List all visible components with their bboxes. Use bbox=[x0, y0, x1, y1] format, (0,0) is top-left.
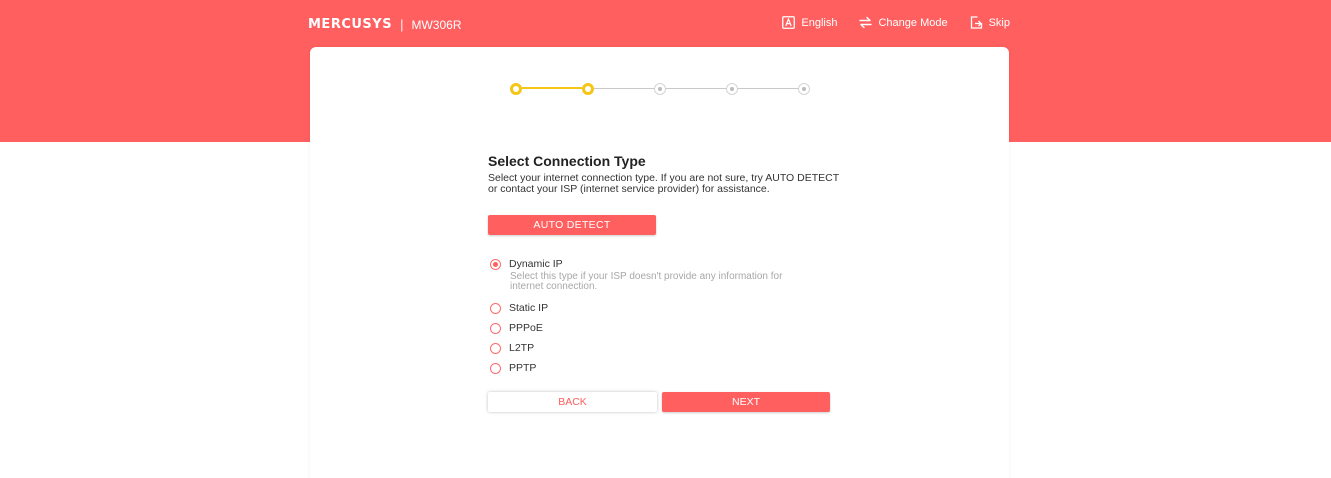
radio-dynamic-ip[interactable] bbox=[490, 258, 501, 270]
page-title: Select Connection Type bbox=[488, 153, 646, 169]
next-button[interactable]: NEXT bbox=[662, 392, 830, 412]
radio-static-ip[interactable] bbox=[490, 302, 501, 314]
language-icon bbox=[782, 16, 796, 29]
auto-detect-button[interactable]: AUTO DETECT bbox=[488, 215, 656, 235]
skip-icon bbox=[970, 16, 982, 29]
option-dynamic-ip-hint: Select this type if your ISP doesn't pro… bbox=[510, 271, 783, 292]
step-2-indicator bbox=[582, 83, 594, 95]
step-5-indicator bbox=[798, 83, 810, 95]
model-name: MW306R bbox=[411, 17, 462, 32]
language-label: English bbox=[801, 16, 838, 29]
change-mode-label: Change Mode bbox=[878, 16, 948, 29]
option-pppoe[interactable]: PPPoE bbox=[490, 318, 810, 338]
top-actions: English Change Mode Skip bbox=[782, 16, 1010, 29]
back-button[interactable]: BACK bbox=[488, 392, 657, 412]
brand-logo: MERCUSYS bbox=[308, 17, 393, 32]
radio-pppoe[interactable] bbox=[490, 322, 501, 334]
swap-icon bbox=[859, 16, 873, 29]
option-static-ip[interactable]: Static IP bbox=[490, 298, 810, 318]
option-pptp-label: PPTP bbox=[509, 362, 537, 374]
option-l2tp-label: L2TP bbox=[509, 342, 535, 354]
page-description: Select your internet connection type. If… bbox=[488, 172, 839, 195]
step-connector-4 bbox=[738, 88, 798, 89]
step-connector-2 bbox=[594, 88, 654, 89]
progress-stepper bbox=[510, 81, 810, 97]
step-3-indicator bbox=[654, 83, 666, 95]
skip-label: Skip bbox=[988, 16, 1010, 29]
radio-pptp[interactable] bbox=[490, 362, 501, 374]
step-1-indicator bbox=[510, 83, 522, 95]
option-pppoe-label: PPPoE bbox=[509, 322, 543, 334]
radio-l2tp[interactable] bbox=[490, 342, 501, 354]
brand: MERCUSYS | MW306R bbox=[308, 17, 461, 32]
option-static-ip-label: Static IP bbox=[509, 302, 549, 314]
step-4-indicator bbox=[726, 83, 738, 95]
setup-card: Select Connection Type Select your inter… bbox=[310, 47, 1009, 478]
brand-separator: | bbox=[400, 17, 404, 32]
step-connector-1 bbox=[522, 87, 582, 89]
connection-type-options: Dynamic IP Select this type if your ISP … bbox=[490, 254, 810, 378]
skip-button[interactable]: Skip bbox=[970, 16, 1010, 29]
step-connector-3 bbox=[666, 88, 726, 89]
option-l2tp[interactable]: L2TP bbox=[490, 338, 810, 358]
change-mode-button[interactable]: Change Mode bbox=[859, 16, 948, 29]
option-dynamic-ip-label: Dynamic IP bbox=[509, 258, 563, 270]
top-bar: MERCUSYS | MW306R English Change Mode Sk… bbox=[0, 0, 1331, 48]
option-pptp[interactable]: PPTP bbox=[490, 358, 810, 378]
language-button[interactable]: English bbox=[782, 16, 837, 29]
